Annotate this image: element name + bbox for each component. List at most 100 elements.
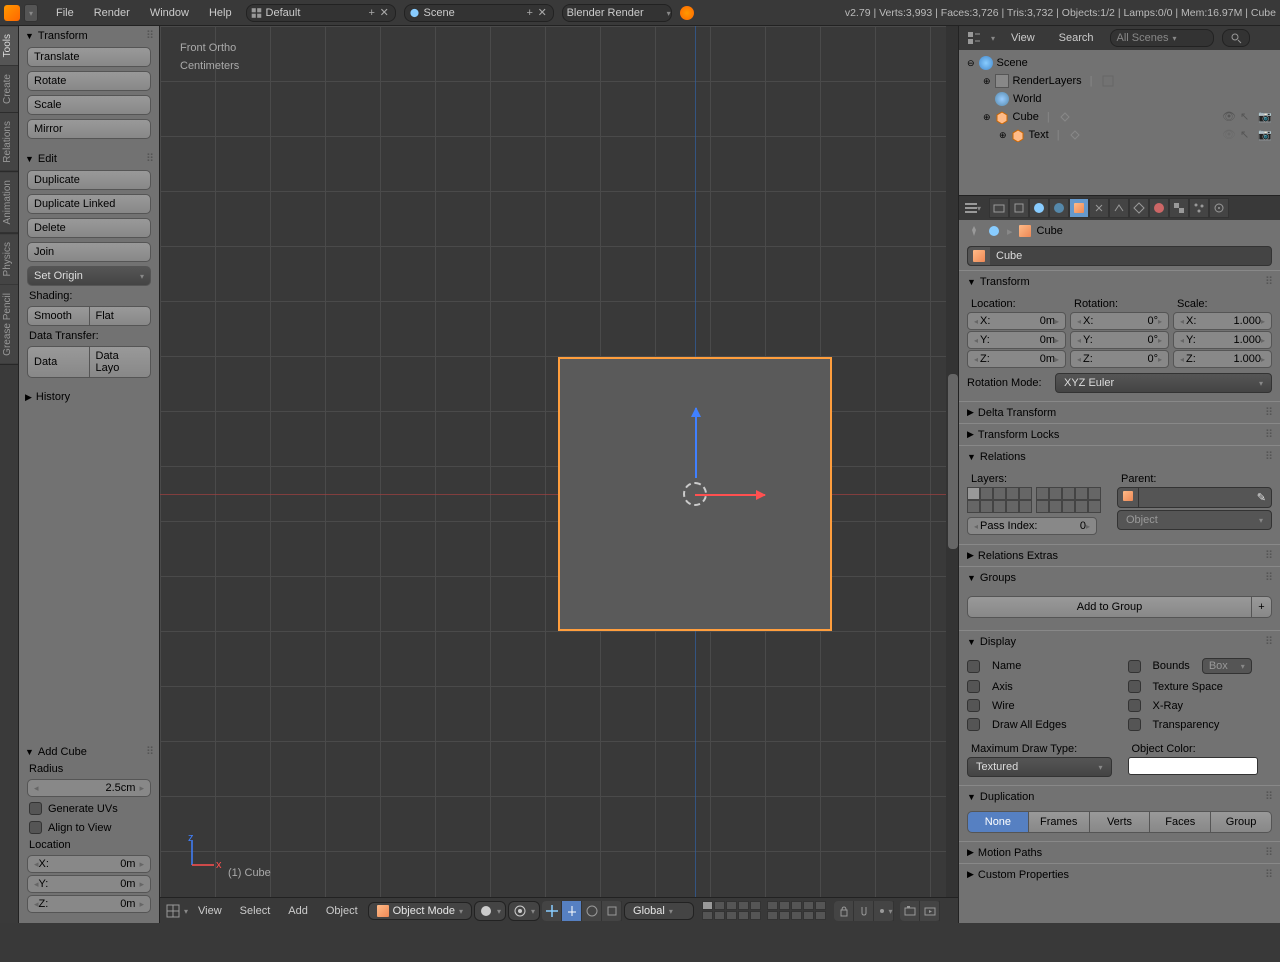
manipulator-scale[interactable]	[602, 901, 622, 921]
join-button[interactable]: Join	[27, 242, 151, 262]
scene-selector[interactable]: Scene + ✕	[404, 4, 554, 22]
tab-relations[interactable]: Relations	[0, 113, 18, 172]
screen-layout-selector[interactable]: Default + ✕	[246, 4, 396, 22]
display-draw-all-edges-checkbox[interactable]: Draw All Edges	[967, 716, 1112, 733]
tab-data[interactable]	[1129, 198, 1149, 218]
menu-file[interactable]: File	[46, 7, 84, 19]
parent-type-dropdown[interactable]: Object	[1117, 510, 1272, 530]
tree-scene[interactable]: ⊖Scene	[967, 54, 1272, 72]
smooth-button[interactable]: Smooth	[27, 306, 90, 326]
tab-particles[interactable]	[1189, 198, 1209, 218]
tab-scene[interactable]	[1029, 198, 1049, 218]
dup-verts-button[interactable]: Verts	[1090, 811, 1151, 833]
display-xray-checkbox[interactable]: X-Ray	[1128, 697, 1273, 714]
transform-locks-header[interactable]: ▶Transform Locks⠿	[959, 423, 1280, 445]
tab-physics[interactable]	[1209, 198, 1229, 218]
opengl-render-still-button[interactable]	[900, 901, 920, 921]
tab-world[interactable]	[1049, 198, 1069, 218]
radius-input[interactable]: ◂2.5cm▸	[27, 779, 151, 797]
location-x-input[interactable]: ◂X:0m▸	[967, 312, 1066, 330]
location-z-input[interactable]: ◂Z:0m▸	[967, 350, 1066, 368]
custom-properties-header[interactable]: ▶Custom Properties⠿	[959, 863, 1280, 885]
render-engine-selector[interactable]: Blender Render	[562, 4, 672, 22]
pass-index-input[interactable]: ◂Pass Index:0▸	[967, 517, 1097, 535]
tab-texture[interactable]	[1169, 198, 1189, 218]
snap-element-dropdown[interactable]	[874, 901, 894, 921]
manipulator-toggle[interactable]	[542, 901, 562, 921]
rotation-y-input[interactable]: ◂Y:0°▸	[1070, 331, 1169, 349]
scale-x-input[interactable]: ◂X:1.000▸	[1173, 312, 1272, 330]
display-panel-header[interactable]: ▼Display⠿	[959, 630, 1280, 652]
object-name-field[interactable]	[967, 246, 1272, 266]
pin-icon[interactable]	[967, 224, 981, 238]
loc-z-input[interactable]: ◂Z:0m▸	[27, 895, 151, 913]
rotation-mode-dropdown[interactable]: XYZ Euler	[1055, 373, 1272, 393]
rotation-x-input[interactable]: ◂X:0°▸	[1070, 312, 1169, 330]
outliner-editor-icon[interactable]	[965, 29, 983, 47]
add-to-group-button[interactable]: Add to Group+	[967, 596, 1272, 618]
max-draw-type-dropdown[interactable]: Textured	[967, 757, 1112, 777]
scale-button[interactable]: Scale	[27, 95, 151, 115]
duplicate-button[interactable]: Duplicate	[27, 170, 151, 190]
eyedropper-icon[interactable]: ✎	[1252, 488, 1271, 507]
orientation-selector[interactable]: Global	[624, 902, 694, 920]
loc-y-input[interactable]: ◂Y:0m▸	[27, 875, 151, 893]
object-color-picker[interactable]	[1128, 757, 1258, 775]
remove-layout-button[interactable]: ✕	[378, 5, 391, 21]
tab-modifiers[interactable]	[1109, 198, 1129, 218]
camera-render-icon[interactable]: 📷	[1258, 128, 1272, 142]
tab-create[interactable]: Create	[0, 66, 18, 113]
scale-z-input[interactable]: ◂Z:1.000▸	[1173, 350, 1272, 368]
tab-constraints[interactable]	[1089, 198, 1109, 218]
rotation-z-input[interactable]: ◂Z:0°▸	[1070, 350, 1169, 368]
data-button[interactable]: Data	[27, 346, 90, 378]
tab-animation[interactable]: Animation	[0, 172, 18, 233]
display-axis-checkbox[interactable]: Axis	[967, 678, 1112, 695]
add-layout-button[interactable]: +	[366, 5, 379, 21]
groups-panel-header[interactable]: ▼Groups⠿	[959, 566, 1280, 588]
add-cube-header[interactable]: ▼Add Cube⠿	[19, 742, 159, 761]
display-name-checkbox[interactable]: Name	[967, 656, 1112, 676]
dup-none-button[interactable]: None	[967, 811, 1029, 833]
location-y-input[interactable]: ◂Y:0m▸	[967, 331, 1066, 349]
display-bounds-checkbox[interactable]: BoundsBox	[1128, 656, 1273, 676]
eye-icon[interactable]: 👁	[1222, 128, 1236, 142]
tab-tools[interactable]: Tools	[0, 26, 18, 66]
align-to-view-checkbox[interactable]: Align to View	[19, 818, 159, 837]
rotate-button[interactable]: Rotate	[27, 71, 151, 91]
menu-render[interactable]: Render	[84, 7, 140, 19]
tree-render-layers[interactable]: ⊕RenderLayers|	[967, 72, 1272, 90]
select-menu[interactable]: Select	[232, 905, 279, 917]
view-menu[interactable]: View	[190, 905, 230, 917]
add-scene-button[interactable]: +	[524, 5, 537, 21]
eye-icon[interactable]: 👁	[1222, 110, 1236, 124]
menu-window[interactable]: Window	[140, 7, 199, 19]
relations-panel-header[interactable]: ▼Relations⠿	[959, 445, 1280, 467]
object-layers[interactable]	[967, 487, 1101, 513]
editor-type-dropdown[interactable]	[24, 4, 38, 22]
3d-viewport[interactable]: // grid lines generated below Front Orth…	[160, 26, 958, 923]
history-panel-header[interactable]: ▶History	[19, 388, 159, 406]
scene-layers[interactable]	[702, 901, 826, 920]
menu-help[interactable]: Help	[199, 7, 242, 19]
manipulator-translate[interactable]	[562, 901, 582, 921]
display-wire-checkbox[interactable]: Wire	[967, 697, 1112, 714]
outliner-search-field[interactable]	[1222, 29, 1250, 47]
tab-render[interactable]	[989, 198, 1009, 218]
flat-button[interactable]: Flat	[90, 306, 152, 326]
mode-selector[interactable]: Object Mode	[368, 902, 472, 920]
tree-world[interactable]: World	[967, 90, 1272, 108]
delete-button[interactable]: Delete	[27, 218, 151, 238]
dup-frames-button[interactable]: Frames	[1029, 811, 1090, 833]
viewport-scrollbar[interactable]	[946, 26, 958, 897]
outliner-search-menu[interactable]: Search	[1051, 32, 1102, 44]
object-menu[interactable]: Object	[318, 905, 366, 917]
tab-grease-pencil[interactable]: Grease Pencil	[0, 285, 18, 365]
snap-toggle[interactable]	[854, 901, 874, 921]
data-layout-button[interactable]: Data Layo	[90, 346, 152, 378]
shading-selector[interactable]	[474, 901, 506, 921]
add-menu[interactable]: Add	[280, 905, 316, 917]
tab-physics[interactable]: Physics	[0, 234, 18, 285]
cursor-select-icon[interactable]: ↖	[1240, 110, 1254, 124]
parent-object-field[interactable]: ✎	[1117, 487, 1272, 508]
